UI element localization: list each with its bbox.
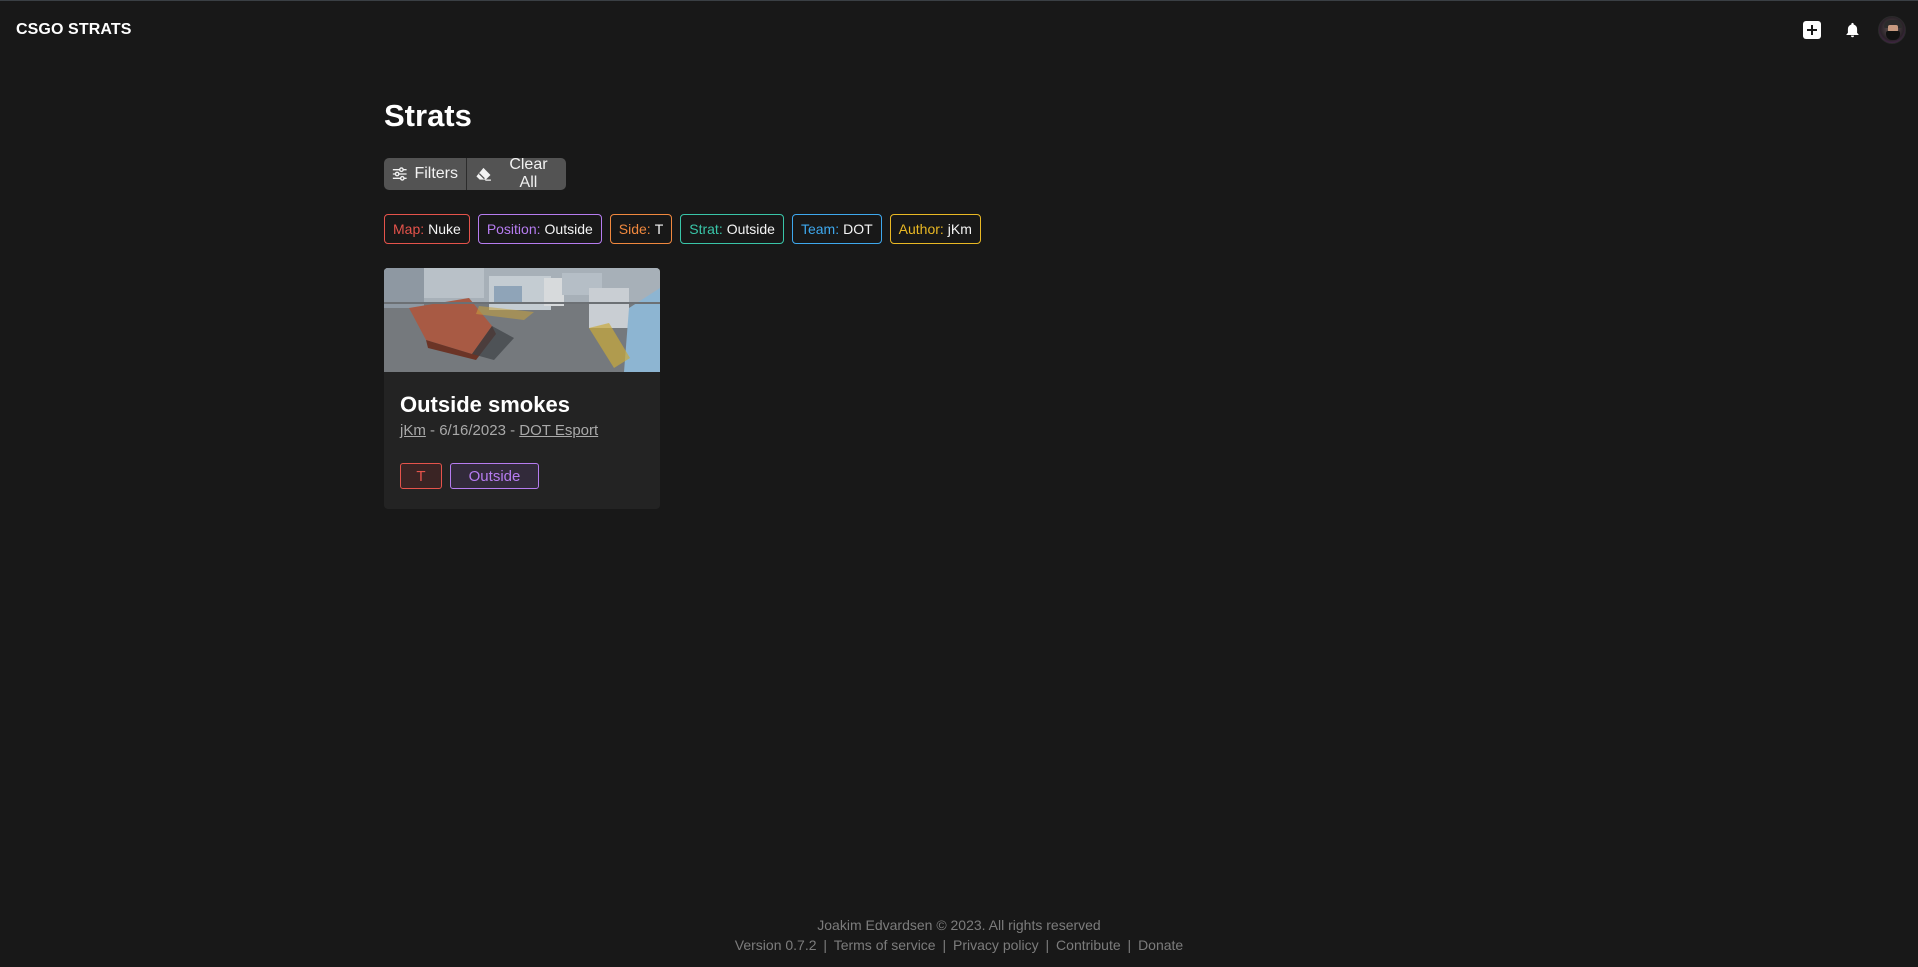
strat-author-link[interactable]: jKm: [400, 422, 426, 439]
meta-separator: -: [505, 422, 520, 439]
page-title: Strats: [384, 98, 472, 133]
position-tag[interactable]: Outside: [450, 463, 539, 489]
footer-separator: |: [1045, 937, 1050, 953]
footer-version: Version 0.7.2: [734, 937, 817, 953]
filter-chip[interactable]: Strat: Outside: [680, 214, 784, 244]
strat-card[interactable]: Outside smokes jKm - 6/16/2023 - DOT Esp…: [384, 268, 660, 509]
filter-chip-value: Nuke: [428, 221, 461, 237]
strat-meta: jKm - 6/16/2023 - DOT Esport: [400, 422, 644, 439]
clear-all-button[interactable]: Clear All: [466, 158, 566, 190]
filters-button[interactable]: Filters: [384, 158, 466, 190]
header-actions: [1798, 16, 1906, 44]
active-filter-chips: Map: Nuke Position: Outside Side: T Strat: Outs…: [384, 214, 981, 244]
add-strat-button[interactable]: [1798, 16, 1826, 44]
filter-chip[interactable]: Author: jKm: [889, 214, 981, 244]
site-logo[interactable]: CSGO STRATS: [16, 21, 131, 39]
filter-chip-value: DOT: [843, 221, 873, 237]
strat-date: 6/16/2023: [439, 422, 506, 439]
filter-chip-key: Strat:: [689, 221, 723, 237]
sliders-icon: [392, 167, 407, 181]
plus-square-icon: [1803, 21, 1821, 39]
filter-chip[interactable]: Map: Nuke: [384, 214, 470, 244]
filter-chip-key: Team:: [800, 221, 840, 237]
filter-chip[interactable]: Side: T: [609, 214, 673, 244]
filters-label: Filters: [414, 165, 458, 182]
footer-links: Version 0.7.2 | Terms of service | Priva…: [0, 935, 1918, 955]
filter-chip[interactable]: Team: DOT: [791, 214, 882, 244]
clear-all-label: Clear All: [509, 158, 548, 190]
user-menu-button[interactable]: [1878, 16, 1906, 44]
filter-button-group: Filters Clear All: [384, 158, 566, 190]
footer-separator: |: [942, 937, 947, 953]
footer: Joakim Edvardsen © 2023. All rights rese…: [0, 915, 1918, 955]
filter-chip-value: Outside: [726, 221, 775, 237]
strat-thumbnail: [384, 268, 660, 372]
strat-title: Outside smokes: [400, 392, 570, 417]
top-navbar: CSGO STRATS: [0, 1, 1918, 59]
footer-copyright: Joakim Edvardsen © 2023. All rights rese…: [817, 917, 1101, 933]
contribute-link[interactable]: Contribute: [1056, 937, 1121, 953]
strat-team-link[interactable]: DOT Esport: [519, 422, 598, 439]
avatar: [1878, 16, 1906, 44]
strat-tags: T Outside: [400, 463, 644, 489]
terms-of-service-link[interactable]: Terms of service: [834, 937, 936, 953]
bell-icon: [1845, 22, 1859, 38]
filter-chip-value: T: [654, 221, 664, 237]
notifications-button[interactable]: [1838, 16, 1866, 44]
privacy-policy-link[interactable]: Privacy policy: [953, 937, 1039, 953]
eraser-icon: [476, 167, 491, 181]
filter-chip-value: jKm: [947, 221, 972, 237]
filter-chip-key: Author:: [898, 221, 944, 237]
donate-link[interactable]: Donate: [1138, 937, 1183, 953]
meta-separator: -: [425, 422, 440, 439]
filter-chip-key: Side:: [618, 221, 651, 237]
side-tag[interactable]: T: [400, 463, 442, 489]
footer-separator: |: [823, 937, 828, 953]
filter-chip-value: Outside: [544, 221, 593, 237]
filter-chip-key: Position:: [486, 221, 541, 237]
footer-separator: |: [1127, 937, 1132, 953]
filter-chip[interactable]: Position: Outside: [477, 214, 602, 244]
filter-chip-key: Map:: [393, 221, 425, 237]
